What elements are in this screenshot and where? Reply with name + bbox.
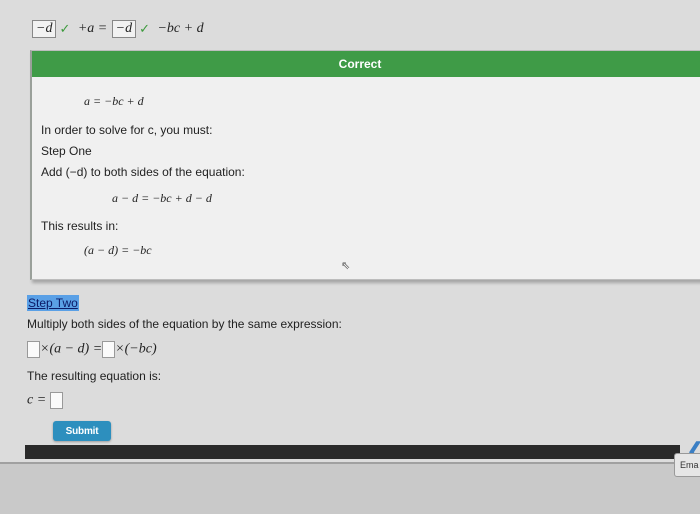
multiply-equation: ×(a − d) = ×(−bc) [27,341,157,358]
equation-tail: −bc + d [157,21,204,36]
check-icon: ✓ [139,21,151,37]
correct-feedback-panel: Correct a = −bc + d In order to solve fo… [30,50,700,280]
lhs-multiplier-input[interactable] [27,341,40,358]
result-label: This results in: [41,219,119,233]
equation-middle: +a = [77,21,108,36]
result-equation: (a − d) = −bc [84,243,152,257]
answer-box-1[interactable]: −d [32,20,57,38]
lhs-expression: ×(a − d) = [40,341,103,357]
footer [0,462,700,514]
final-answer-input[interactable] [49,392,63,409]
resulting-equation-label: The resulting equation is: [27,369,162,383]
step-two-instruction: Multiply both sides of the equation by t… [27,317,342,331]
solve-intro-text: In order to solve for c, you must: [41,123,213,137]
check-icon: ✓ [59,21,71,37]
submit-button[interactable]: Submit [53,421,111,441]
rhs-multiplier-input[interactable] [102,341,116,358]
final-equation: c = [27,392,63,409]
previous-answer-equation: −d ✓ +a = −d ✓ −bc + d [32,20,204,38]
step-one-instruction: Add (−d) to both sides of the equation: [41,165,245,179]
correct-header: Correct [32,51,700,77]
mouse-cursor-icon: ⇖ [341,259,351,272]
answer-box-2[interactable]: −d [111,20,137,38]
step-one-label: Step One [41,144,92,158]
final-prefix: c = [27,392,47,408]
email-button[interactable]: Ema [674,453,700,477]
step-two-label: Step Two [27,295,79,311]
rhs-expression: ×(−bc) [115,341,157,357]
step-one-equation: a − d = −bc + d − d [112,191,212,205]
progress-bar [25,445,680,459]
original-equation: a = −bc + d [84,94,144,108]
